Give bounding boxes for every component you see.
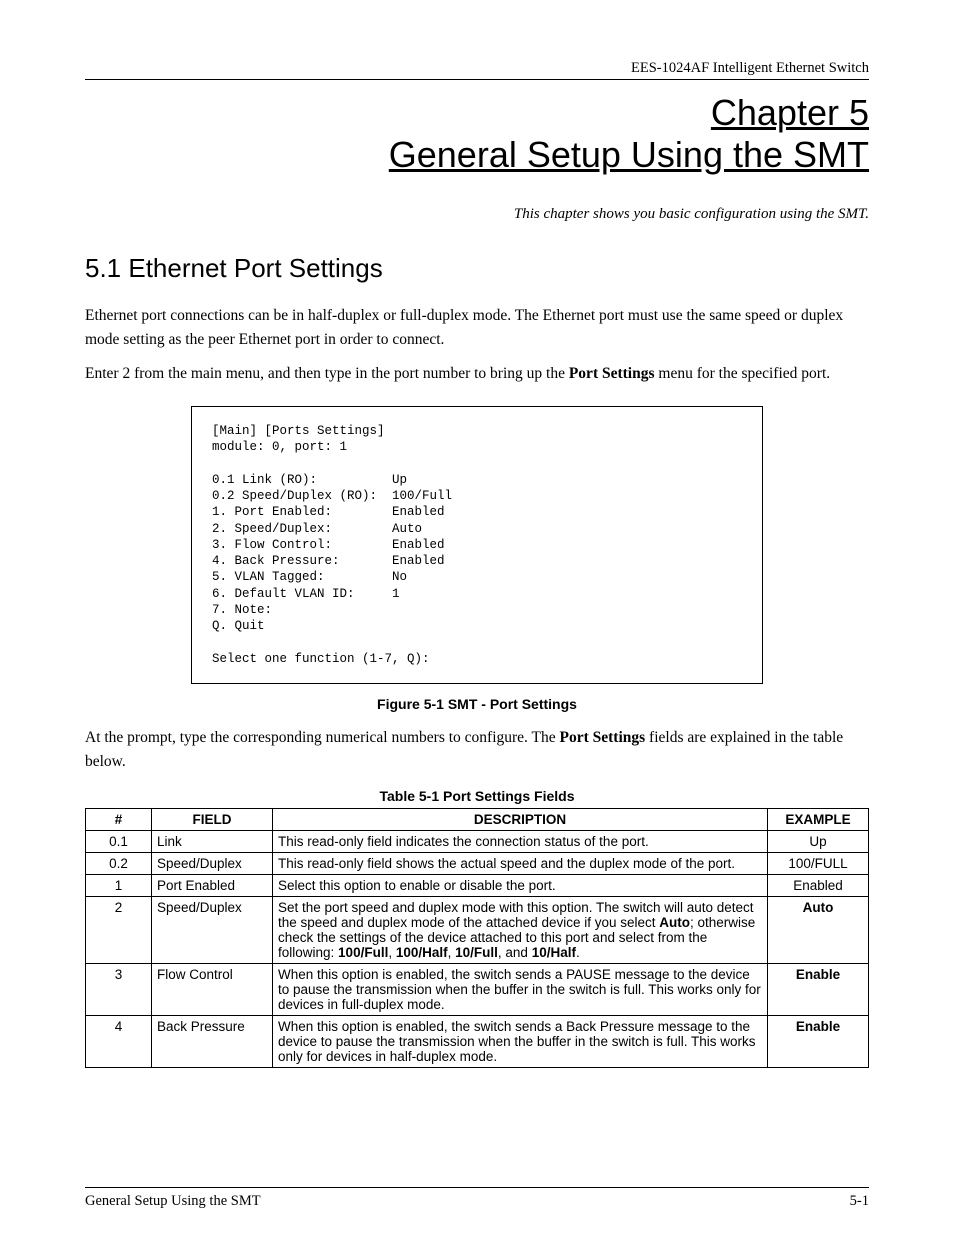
paragraph-3: At the prompt, type the corresponding nu… bbox=[85, 726, 869, 774]
chapter-number: Chapter 5 bbox=[85, 92, 869, 134]
table-row: 1 Port Enabled Select this option to ena… bbox=[86, 874, 869, 896]
p3-port-settings-bold: Port Settings bbox=[560, 729, 646, 746]
section-heading: 5.1 Ethernet Port Settings bbox=[85, 253, 869, 284]
term-l5: 0.2 Speed/Duplex (RO): 100/Full bbox=[212, 489, 452, 503]
cell-num: 2 bbox=[86, 896, 152, 963]
cell-num: 1 bbox=[86, 874, 152, 896]
cell-example: Enable bbox=[768, 1015, 869, 1067]
d3-g: , bbox=[448, 945, 456, 960]
cell-example: Enabled bbox=[768, 874, 869, 896]
d3-j: 10/Half bbox=[532, 945, 576, 960]
table-row: 0.2 Speed/Duplex This read-only field sh… bbox=[86, 852, 869, 874]
cell-desc: This read-only field shows the actual sp… bbox=[273, 852, 768, 874]
cell-field: Port Enabled bbox=[152, 874, 273, 896]
fields-table: # FIELD DESCRIPTION EXAMPLE 0.1 Link Thi… bbox=[85, 808, 869, 1068]
term-l6: 1. Port Enabled: Enabled bbox=[212, 505, 445, 519]
footer-right: 5-1 bbox=[850, 1193, 869, 1210]
header-rule: EES-1024AF Intelligent Ethernet Switch bbox=[85, 60, 869, 80]
d3-f: 100/Half bbox=[396, 945, 448, 960]
cell-field: Speed/Duplex bbox=[152, 852, 273, 874]
term-l10: 5. VLAN Tagged: No bbox=[212, 570, 407, 584]
table-row: 3 Flow Control When this option is enabl… bbox=[86, 963, 869, 1015]
d3-k: . bbox=[576, 945, 580, 960]
footer: General Setup Using the SMT 5-1 bbox=[85, 1187, 869, 1210]
term-l7: 2. Speed/Duplex: Auto bbox=[212, 522, 422, 536]
cell-field: Speed/Duplex bbox=[152, 896, 273, 963]
footer-left: General Setup Using the SMT bbox=[85, 1193, 261, 1210]
p2-part-a: Enter 2 from the main menu, and then typ… bbox=[85, 365, 569, 382]
cell-example: Up bbox=[768, 830, 869, 852]
cell-num: 0.1 bbox=[86, 830, 152, 852]
term-l15: Select one function (1-7, Q): bbox=[212, 652, 430, 666]
chapter-title: General Setup Using the SMT bbox=[85, 134, 869, 176]
table-caption: Table 5-1 Port Settings Fields bbox=[85, 788, 869, 804]
table-header-row: # FIELD DESCRIPTION EXAMPLE bbox=[86, 808, 869, 830]
th-desc: DESCRIPTION bbox=[273, 808, 768, 830]
term-l11: 6. Default VLAN ID: 1 bbox=[212, 587, 400, 601]
term-l1: [Main] [Ports Settings] bbox=[212, 424, 385, 438]
table-row: 2 Speed/Duplex Set the port speed and du… bbox=[86, 896, 869, 963]
th-example: EXAMPLE bbox=[768, 808, 869, 830]
table-row: 4 Back Pressure When this option is enab… bbox=[86, 1015, 869, 1067]
paragraph-1: Ethernet port connections can be in half… bbox=[85, 304, 869, 352]
d3-e: , bbox=[388, 945, 396, 960]
term-l2: module: 0, port: 1 bbox=[212, 440, 347, 454]
cell-field: Back Pressure bbox=[152, 1015, 273, 1067]
page: EES-1024AF Intelligent Ethernet Switch C… bbox=[0, 0, 954, 1235]
paragraph-2: Enter 2 from the main menu, and then typ… bbox=[85, 362, 869, 386]
cell-field: Flow Control bbox=[152, 963, 273, 1015]
cell-example: 100/FULL bbox=[768, 852, 869, 874]
cell-field: Link bbox=[152, 830, 273, 852]
d3-d: 100/Full bbox=[338, 945, 388, 960]
term-l8: 3. Flow Control: Enabled bbox=[212, 538, 445, 552]
cell-example: Auto bbox=[768, 896, 869, 963]
d3-b: Auto bbox=[659, 915, 690, 930]
cell-num: 0.2 bbox=[86, 852, 152, 874]
p2-part-c: menu for the specified port. bbox=[655, 365, 831, 382]
cell-num: 4 bbox=[86, 1015, 152, 1067]
d3-h: 10/Full bbox=[455, 945, 498, 960]
p3-part-a: At the prompt, type the corresponding nu… bbox=[85, 729, 560, 746]
cell-example: Enable bbox=[768, 963, 869, 1015]
term-l4: 0.1 Link (RO): Up bbox=[212, 473, 407, 487]
th-field: FIELD bbox=[152, 808, 273, 830]
terminal-output: [Main] [Ports Settings] module: 0, port:… bbox=[191, 406, 763, 684]
chapter-description: This chapter shows you basic configurati… bbox=[85, 206, 869, 223]
th-num: # bbox=[86, 808, 152, 830]
term-l9: 4. Back Pressure: Enabled bbox=[212, 554, 445, 568]
cell-desc: This read-only field indicates the conne… bbox=[273, 830, 768, 852]
header-device: EES-1024AF Intelligent Ethernet Switch bbox=[85, 60, 869, 77]
figure-caption: Figure 5-1 SMT - Port Settings bbox=[85, 696, 869, 712]
cell-num: 3 bbox=[86, 963, 152, 1015]
d3-i: , and bbox=[498, 945, 532, 960]
cell-desc: When this option is enabled, the switch … bbox=[273, 963, 768, 1015]
cell-desc: Set the port speed and duplex mode with … bbox=[273, 896, 768, 963]
table-row: 0.1 Link This read-only field indicates … bbox=[86, 830, 869, 852]
term-l12: 7. Note: bbox=[212, 603, 272, 617]
term-l13: Q. Quit bbox=[212, 619, 265, 633]
cell-desc: Select this option to enable or disable … bbox=[273, 874, 768, 896]
p2-port-settings-bold: Port Settings bbox=[569, 365, 655, 382]
cell-desc: When this option is enabled, the switch … bbox=[273, 1015, 768, 1067]
